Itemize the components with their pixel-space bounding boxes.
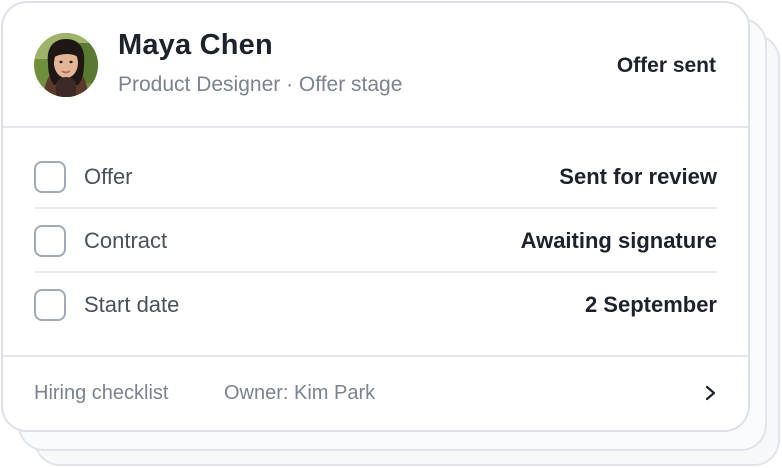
checklist-label: Start date — [84, 292, 180, 317]
checklist-label: Contract — [84, 228, 168, 253]
checklist-value: Sent for review — [559, 164, 717, 189]
footer-owner: Owner: Kim Park — [224, 382, 376, 404]
start-date-checkbox[interactable] — [34, 289, 66, 321]
contract-checkbox[interactable] — [34, 225, 66, 257]
footer-title: Hiring checklist — [34, 382, 169, 404]
card-header: Maya Chen Product Designer · Offer stage… — [3, 3, 748, 128]
checklist: Offer Sent for review Contract Awaiting … — [34, 145, 717, 337]
stage: Maya Chen Product Designer · Offer stage… — [0, 0, 782, 468]
checklist-row-contract: Contract Awaiting signature — [34, 209, 717, 273]
candidate-subtitle: Product Designer · Offer stage — [118, 73, 403, 96]
status-badge: Offer sent — [616, 54, 716, 77]
checklist-value: Awaiting signature — [520, 228, 717, 253]
checklist-row-start-date: Start date 2 September — [34, 273, 717, 337]
checklist-row-offer: Offer Sent for review — [34, 145, 717, 209]
avatar-photo-icon — [34, 33, 98, 97]
candidate-name: Maya Chen — [118, 29, 273, 61]
chevron-right-icon[interactable] — [704, 381, 718, 405]
offer-checkbox[interactable] — [34, 161, 66, 193]
candidate-card: Maya Chen Product Designer · Offer stage… — [1, 1, 750, 432]
avatar — [34, 33, 98, 97]
checklist-label: Offer — [84, 164, 133, 189]
card-footer: Hiring checklist Owner: Kim Park — [3, 355, 748, 430]
checklist-value: 2 September — [584, 292, 717, 317]
